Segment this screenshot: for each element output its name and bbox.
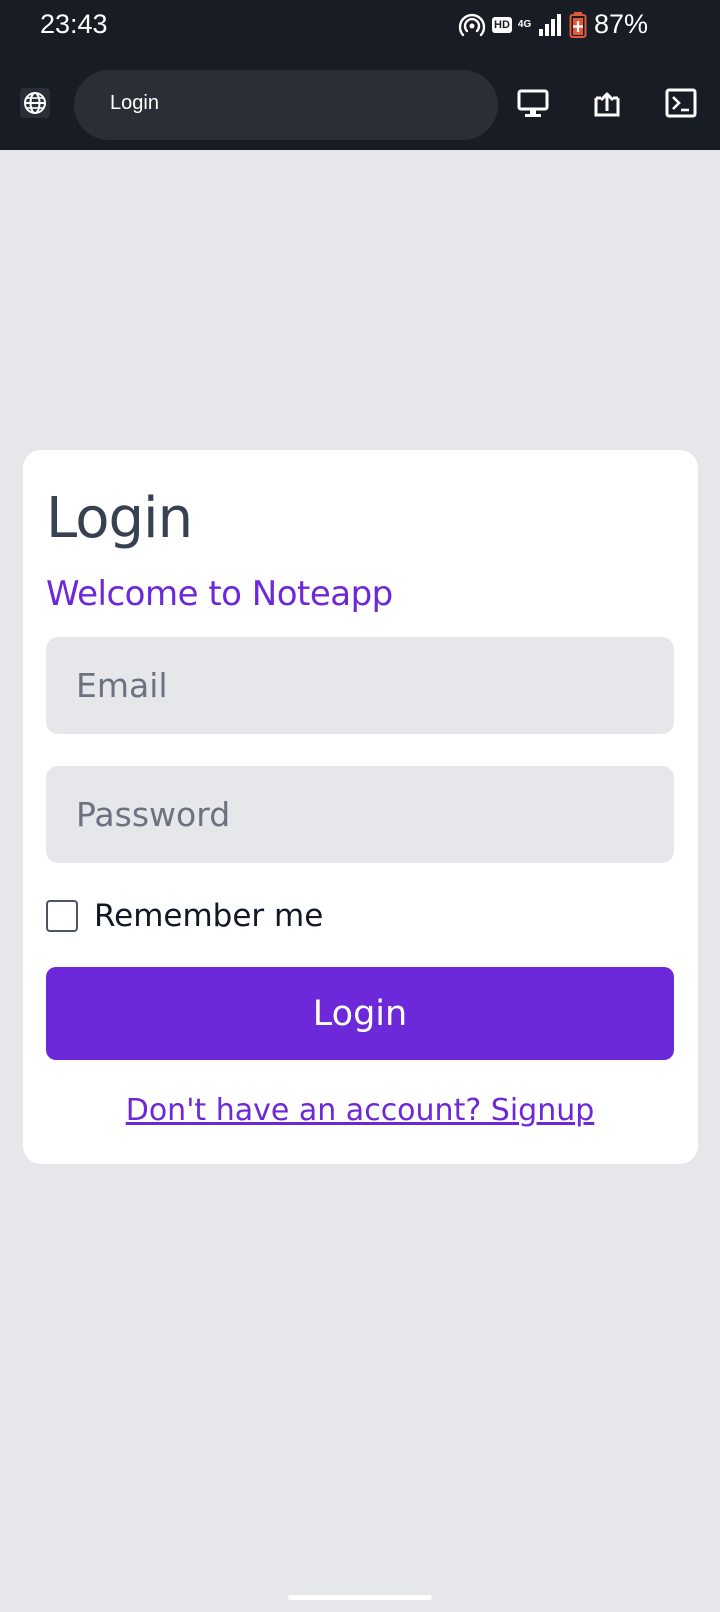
status-time: 23:43	[40, 9, 108, 39]
page-title-url: Login	[110, 92, 159, 114]
status-icons: HD 4G	[458, 10, 587, 40]
signup-link[interactable]: Don't have an account? Signup	[0, 1093, 720, 1128]
network-type: 4G	[517, 19, 532, 30]
login-title: Login	[46, 486, 193, 551]
share-up-icon[interactable]	[590, 86, 624, 120]
home-indicator[interactable]	[288, 1595, 432, 1600]
email-field[interactable]	[46, 637, 674, 734]
globe-icon[interactable]	[20, 88, 50, 118]
browser-toolbar: Login	[0, 50, 720, 150]
address-bar[interactable]: Login	[74, 70, 498, 140]
remember-me-row[interactable]: Remember me	[46, 898, 323, 934]
battery-icon	[569, 12, 587, 38]
welcome-subtitle: Welcome to Noteapp	[46, 574, 393, 614]
login-button[interactable]: Login	[46, 967, 674, 1060]
password-field[interactable]	[46, 766, 674, 863]
remember-me-checkbox[interactable]	[46, 900, 78, 932]
battery-level: 87%	[593, 9, 648, 39]
terminal-icon[interactable]	[664, 86, 698, 120]
remember-me-label: Remember me	[94, 898, 324, 934]
desktop-icon[interactable]	[516, 86, 550, 120]
hotspot-icon	[458, 13, 486, 37]
hd-badge: HD	[492, 17, 512, 33]
status-bar: 23:43 HD 4G 87%	[0, 0, 720, 50]
signal-icon	[539, 14, 562, 36]
